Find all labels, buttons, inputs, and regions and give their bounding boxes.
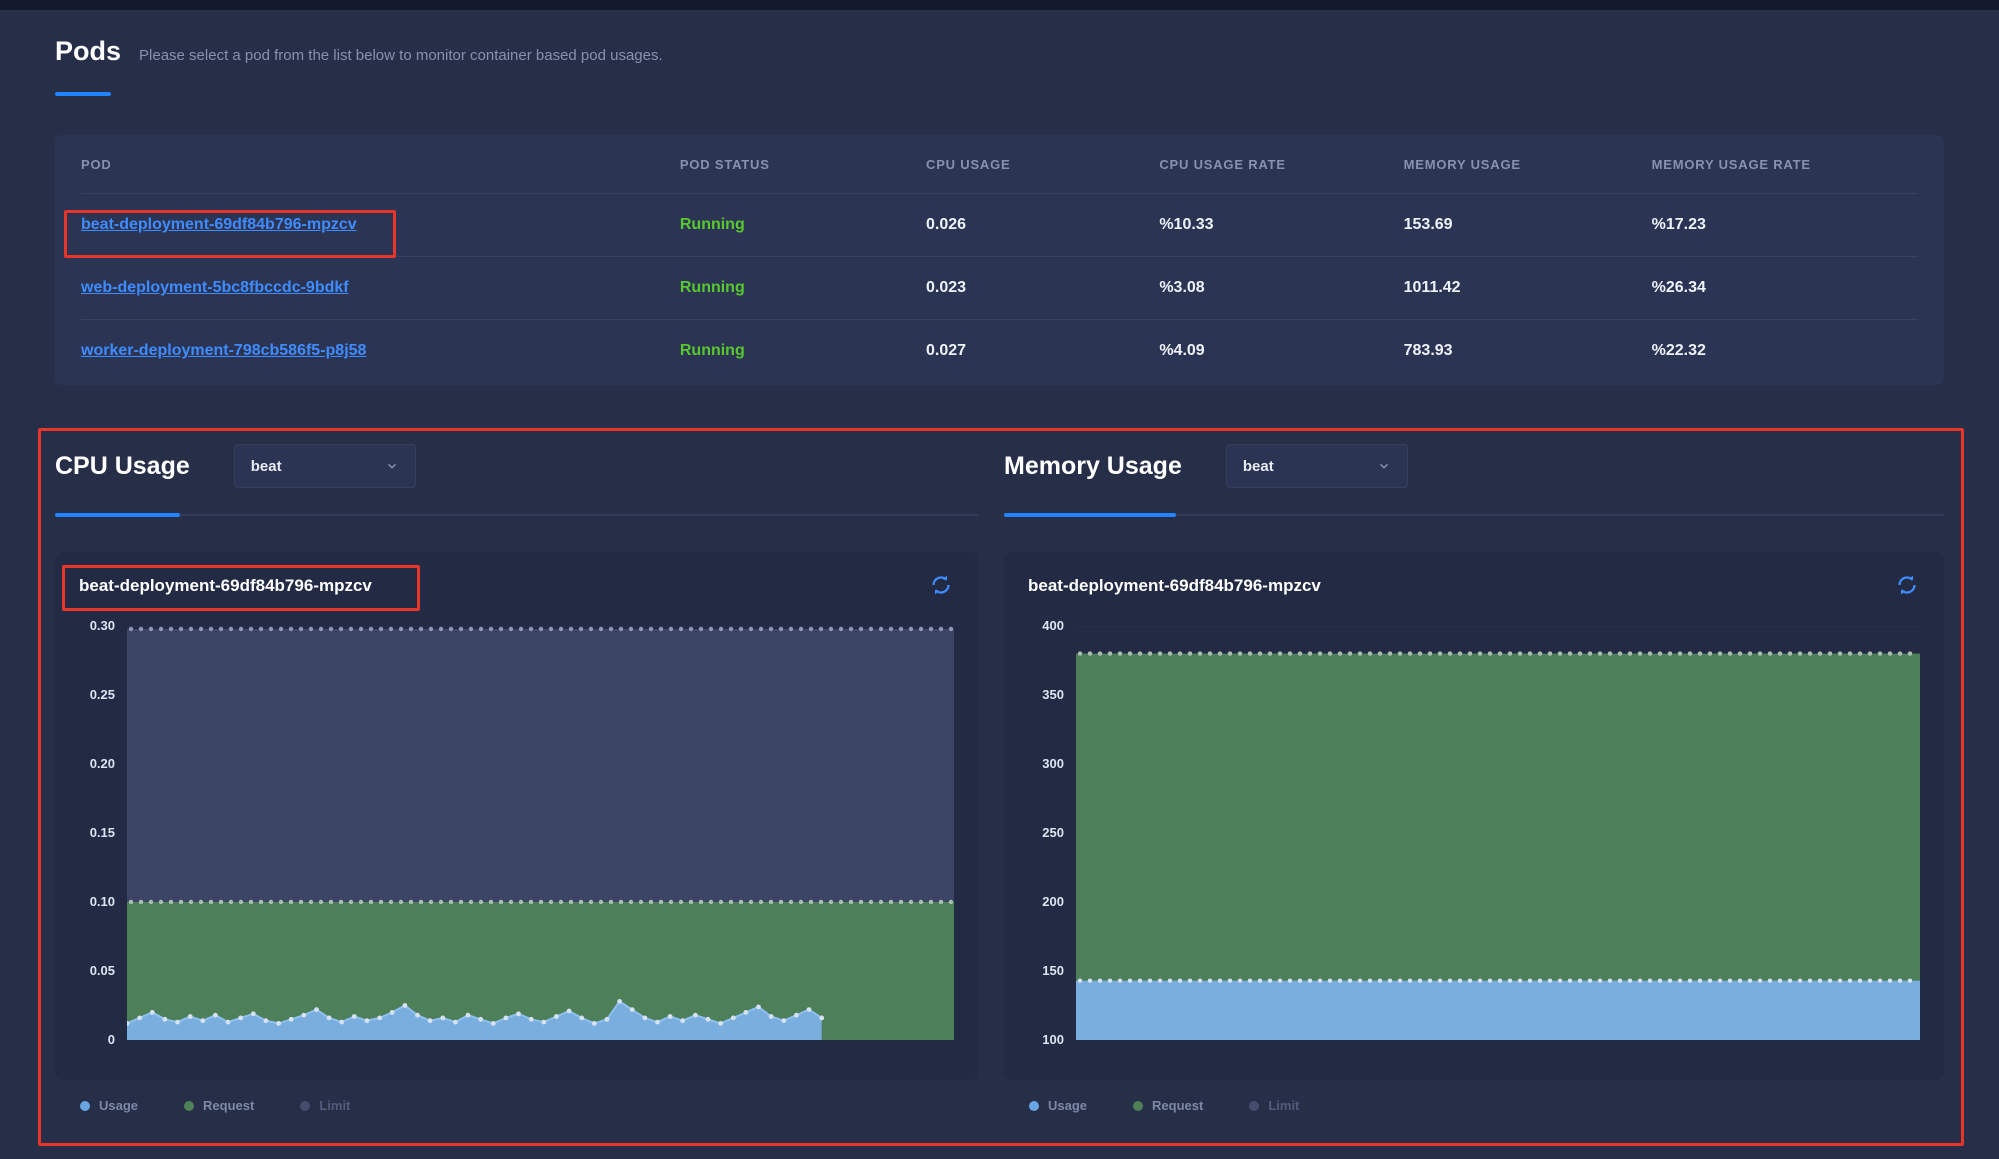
memory-chart: 100150200250300350400 — [1028, 626, 1920, 1040]
cpu-chart: 00.050.100.150.200.250.30 — [79, 626, 954, 1040]
memory-tab-active-underline — [1004, 513, 1176, 517]
cpu-usage-rate: %3.08 — [1159, 279, 1403, 297]
pod-link[interactable]: web-deployment-5bc8fbccdc-9bdkf — [81, 279, 680, 297]
memory-usage-rate: %17.23 — [1652, 216, 1918, 234]
page-title: Pods — [55, 36, 121, 67]
cpu-tab-line — [55, 514, 978, 516]
column-header: POD — [81, 157, 680, 172]
legend-dot — [184, 1101, 194, 1111]
legend-label: Request — [1152, 1098, 1203, 1113]
legend-label: Usage — [1048, 1098, 1087, 1113]
cpu-usage: 0.026 — [926, 216, 1159, 234]
y-tick-label: 0 — [108, 1032, 115, 1047]
legend-dot — [300, 1101, 310, 1111]
memory-chart-title: beat-deployment-69df84b796-mpzcv — [1028, 576, 1321, 596]
memory-chart-legend: Usage Request Limit — [1029, 1098, 1299, 1113]
page-subtitle: Please select a pod from the list below … — [139, 47, 663, 64]
table-header-row: PODPOD STATUSCPU USAGECPU USAGE RATEMEMO… — [81, 135, 1918, 193]
cpu-tab-active-underline — [55, 513, 180, 517]
y-tick-label: 100 — [1042, 1032, 1064, 1047]
column-header: MEMORY USAGE — [1404, 157, 1652, 172]
memory-usage: 783.93 — [1404, 342, 1652, 360]
memory-chart-card: beat-deployment-69df84b796-mpzcv 100 150 2… — [1004, 552, 1944, 1080]
cpu-chart-title: beat-deployment-69df84b796-mpzcv — [79, 576, 372, 596]
chevron-down-icon — [1377, 459, 1391, 473]
cpu-dropdown-value: beat — [251, 458, 282, 475]
legend-label: Request — [203, 1098, 254, 1113]
y-tick-label: 300 — [1042, 756, 1064, 771]
y-tick-label: 350 — [1042, 687, 1064, 702]
cpu-usage: 0.023 — [926, 279, 1159, 297]
pod-status: Running — [680, 342, 926, 360]
legend-item-usage[interactable]: Usage — [80, 1098, 138, 1113]
refresh-icon[interactable] — [1894, 573, 1920, 599]
y-tick-label: 400 — [1042, 618, 1064, 633]
refresh-icon[interactable] — [928, 573, 954, 599]
memory-dropdown-value: beat — [1243, 458, 1274, 475]
memory-chart-card-header: beat-deployment-69df84b796-mpzcv — [1028, 570, 1920, 602]
cpu-chart-plot — [127, 626, 954, 1040]
memory-panel-title: Memory Usage — [1004, 452, 1182, 481]
y-tick-label: 200 — [1042, 894, 1064, 909]
cpu-chart-card-header: beat-deployment-69df84b796-mpzcv — [79, 570, 954, 602]
memory-usage-rate: %26.34 — [1652, 279, 1918, 297]
page-header: Pods Please select a pod from the list b… — [55, 36, 663, 67]
cpu-chart-legend: Usage Request Limit — [80, 1098, 350, 1113]
cpu-usage-rate: %4.09 — [1159, 342, 1403, 360]
top-strip — [0, 0, 1999, 10]
y-tick-label: 0.10 — [90, 894, 115, 909]
memory-tab-line — [1004, 514, 1944, 516]
cpu-usage: 0.027 — [926, 342, 1159, 360]
y-tick-label: 0.05 — [90, 963, 115, 978]
cpu-chart-y-axis: 00.050.100.150.200.250.30 — [79, 626, 127, 1040]
cpu-panel-title: CPU Usage — [55, 452, 190, 481]
pod-link[interactable]: worker-deployment-798cb586f5-p8j58 — [81, 342, 680, 360]
table-row: worker-deployment-798cb586f5-p8j58Runnin… — [81, 319, 1918, 382]
legend-dot — [1249, 1101, 1259, 1111]
pod-link[interactable]: beat-deployment-69df84b796-mpzcv — [81, 216, 680, 234]
pod-status: Running — [680, 216, 926, 234]
memory-usage: 153.69 — [1404, 216, 1652, 234]
column-header: MEMORY USAGE RATE — [1652, 157, 1918, 172]
legend-item-limit[interactable]: Limit — [1249, 1098, 1299, 1113]
cpu-chart-card: beat-deployment-69df84b796-mpzcv 0 0.05 0.… — [55, 552, 978, 1080]
table-row: web-deployment-5bc8fbccdc-9bdkfRunning0.… — [81, 256, 1918, 319]
pods-dashboard: Pods Please select a pod from the list b… — [0, 0, 1999, 1159]
chevron-down-icon — [385, 459, 399, 473]
legend-item-request[interactable]: Request — [184, 1098, 254, 1113]
memory-chart-y-axis: 100150200250300350400 — [1028, 626, 1076, 1040]
y-tick-label: 150 — [1042, 963, 1064, 978]
memory-pod-dropdown[interactable]: beat — [1226, 444, 1408, 488]
column-header: CPU USAGE RATE — [1159, 157, 1403, 172]
legend-label: Limit — [1268, 1098, 1299, 1113]
memory-chart-plot — [1076, 626, 1920, 1040]
pod-status: Running — [680, 279, 926, 297]
cpu-pod-dropdown[interactable]: beat — [234, 444, 416, 488]
cpu-usage-rate: %10.33 — [1159, 216, 1403, 234]
legend-item-usage[interactable]: Usage — [1029, 1098, 1087, 1113]
cpu-panel-header: CPU Usage beat — [55, 442, 416, 490]
memory-usage-rate: %22.32 — [1652, 342, 1918, 360]
column-header: CPU USAGE — [926, 157, 1159, 172]
pods-table-card: PODPOD STATUSCPU USAGECPU USAGE RATEMEMO… — [55, 135, 1944, 385]
y-tick-label: 250 — [1042, 825, 1064, 840]
y-tick-label: 0.20 — [90, 756, 115, 771]
y-tick-label: 0.25 — [90, 687, 115, 702]
legend-label: Usage — [99, 1098, 138, 1113]
legend-label: Limit — [319, 1098, 350, 1113]
y-tick-label: 0.15 — [90, 825, 115, 840]
column-header: POD STATUS — [680, 157, 926, 172]
pods-active-tab-underline — [55, 92, 111, 96]
legend-dot — [1029, 1101, 1039, 1111]
memory-panel-header: Memory Usage beat — [1004, 442, 1408, 490]
legend-dot — [1133, 1101, 1143, 1111]
memory-usage: 1011.42 — [1404, 279, 1652, 297]
legend-dot — [80, 1101, 90, 1111]
y-tick-label: 0.30 — [90, 618, 115, 633]
legend-item-limit[interactable]: Limit — [300, 1098, 350, 1113]
table-row: beat-deployment-69df84b796-mpzcvRunning0… — [81, 193, 1918, 256]
table-body: beat-deployment-69df84b796-mpzcvRunning0… — [81, 193, 1918, 382]
legend-item-request[interactable]: Request — [1133, 1098, 1203, 1113]
